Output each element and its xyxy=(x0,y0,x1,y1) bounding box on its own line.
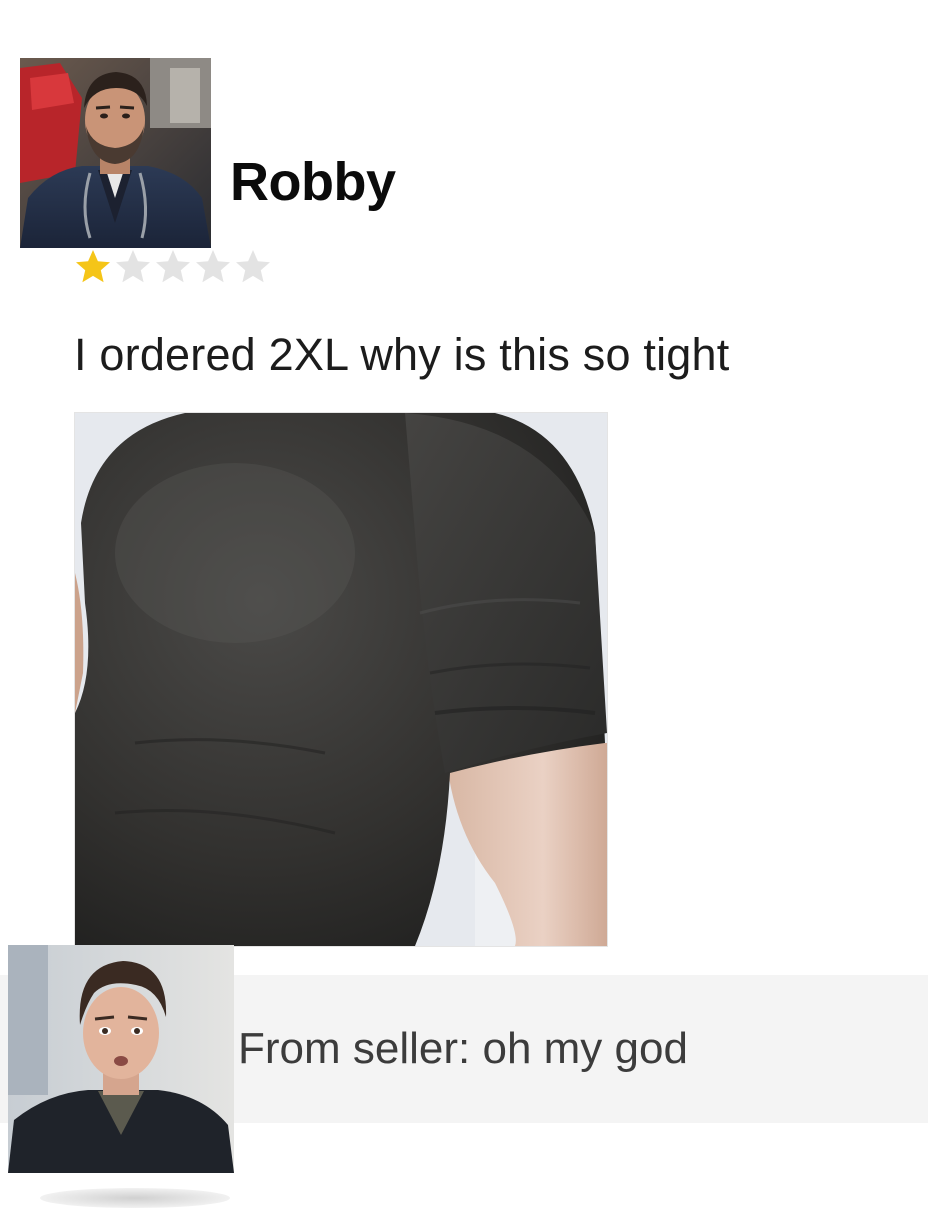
seller-reply-text: From seller: oh my god xyxy=(238,1024,688,1073)
star-empty-icon xyxy=(236,250,270,283)
review-text: I ordered 2XL why is this so tight xyxy=(74,329,730,380)
review-photo-tight-shirt-icon xyxy=(75,413,607,946)
review-photo[interactable] xyxy=(74,412,608,947)
star-filled-icon xyxy=(76,250,110,283)
star-empty-icon xyxy=(196,250,230,283)
seller-avatar-photo-icon xyxy=(8,945,234,1173)
seller-avatar xyxy=(8,945,234,1173)
reviewer-name[interactable]: Robby xyxy=(230,150,396,214)
reviewer-avatar-photo-icon xyxy=(20,58,211,248)
star-empty-icon xyxy=(156,250,190,283)
star-empty-icon xyxy=(116,250,150,283)
reviewer-avatar xyxy=(20,58,211,248)
star-rating xyxy=(74,248,272,290)
bottom-smudge xyxy=(40,1188,230,1208)
